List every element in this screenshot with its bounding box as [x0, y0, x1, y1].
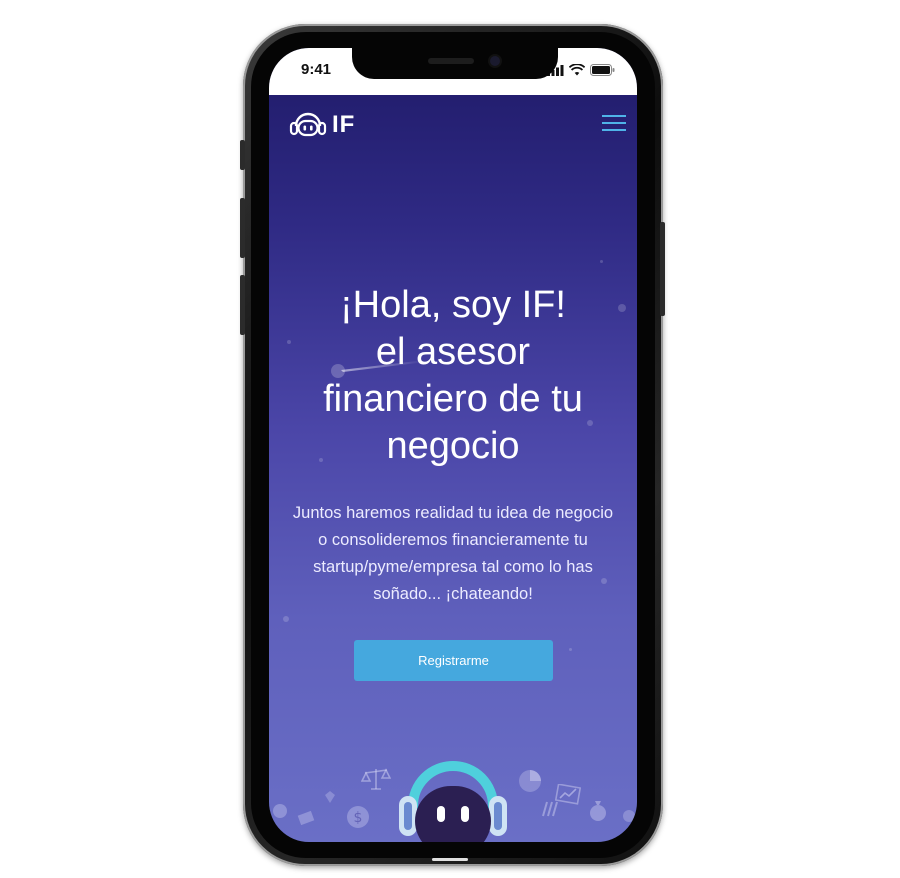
subtext-line-2: o consolideremos financieramente tu: [318, 531, 588, 549]
particle: [600, 260, 603, 263]
hamburger-menu-icon[interactable]: [602, 115, 626, 133]
logo-text: IF: [332, 111, 356, 138]
front-camera: [490, 56, 500, 66]
menu-bar: [602, 129, 626, 131]
subtext-line-1: Juntos haremos realidad tu idea de negoc…: [292, 504, 614, 522]
svg-text:$: $: [354, 810, 363, 826]
subtext-line-4: soñado... ¡chateando!: [373, 585, 533, 603]
register-button[interactable]: Registrarme: [354, 640, 553, 681]
pie-chart-icon: [519, 770, 541, 792]
dollar-coin-icon: $: [347, 806, 369, 828]
menu-bar: [602, 122, 626, 124]
volume-up-button: [240, 198, 245, 258]
money-bag-icon: [590, 801, 606, 821]
status-time: 9:41: [301, 61, 332, 78]
menu-bar: [602, 115, 626, 117]
power-button: [660, 222, 665, 316]
screen: 9:41 IF ¡Hola, soy IF! el asesor financi…: [269, 48, 637, 842]
volume-down-button: [240, 275, 245, 335]
bars-icon: [542, 801, 558, 817]
mute-switch: [240, 140, 245, 170]
particle: [569, 648, 572, 651]
particle: [283, 616, 289, 622]
logo[interactable]: IF: [289, 111, 355, 139]
banknote-icon: [297, 810, 315, 826]
headline-line-1: ¡Hola, soy IF!: [340, 284, 566, 326]
phone-notch: [352, 48, 558, 79]
headline-line-2: el asesor: [375, 331, 531, 373]
home-indicator: [432, 858, 468, 861]
coin-icon: [623, 810, 635, 822]
scale-icon: [361, 768, 391, 790]
robot-headphones-icon: [289, 112, 327, 137]
coin-icon: [273, 804, 287, 818]
headline-line-3: financiero de tu: [323, 378, 583, 420]
speaker-grille: [428, 58, 474, 64]
subtext-line-3: startup/pyme/empresa tal como lo has: [313, 558, 593, 576]
status-icons: [547, 64, 615, 76]
robot-mascot: [399, 761, 507, 842]
battery-icon: [590, 64, 615, 76]
wifi-icon: [569, 64, 585, 76]
gem-icon: [325, 791, 335, 803]
headline-line-4: negocio: [386, 425, 520, 467]
